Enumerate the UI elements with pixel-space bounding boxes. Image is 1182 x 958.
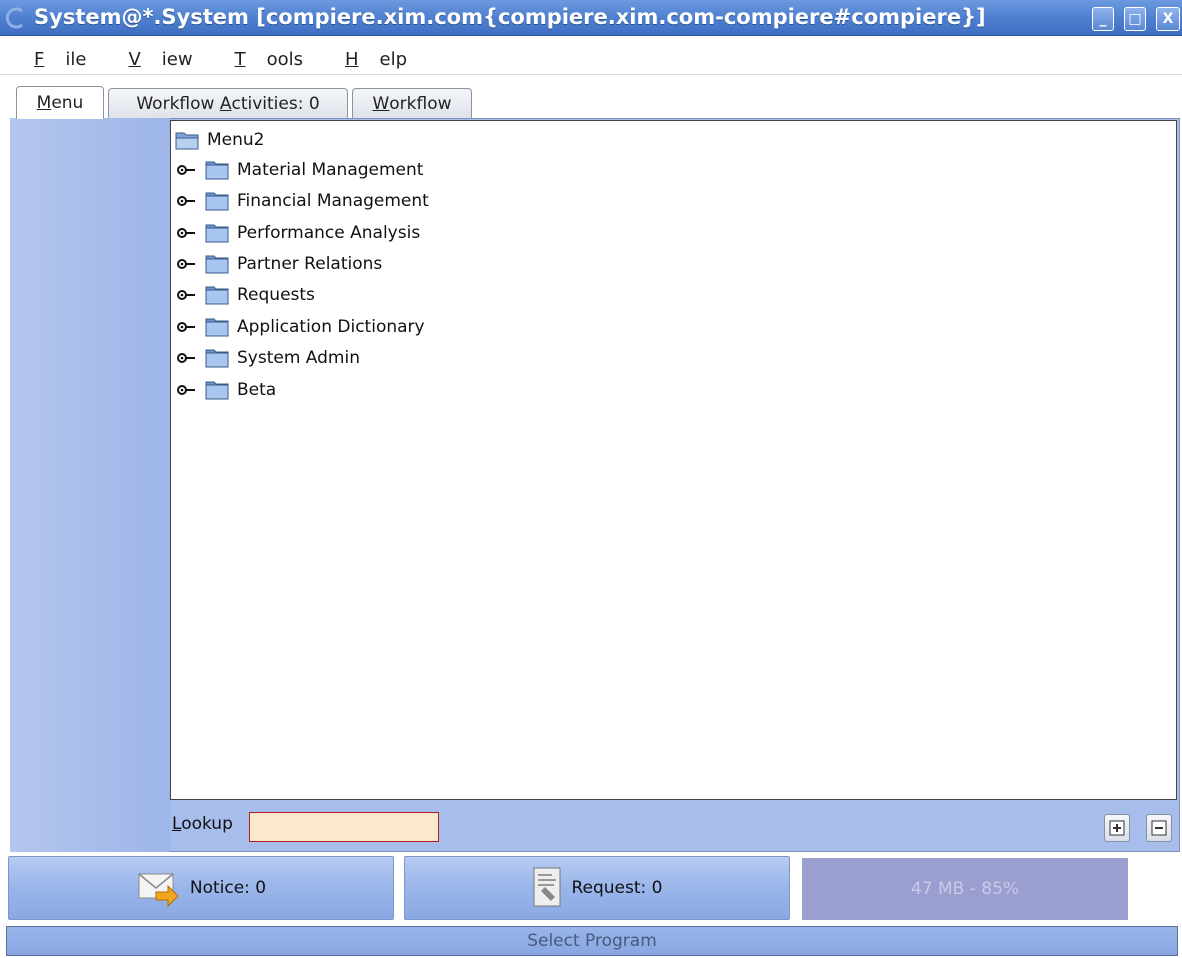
expand-all-button[interactable] <box>1104 814 1130 842</box>
tree-node-partner-relations[interactable]: Partner Relations <box>177 252 382 276</box>
maximize-icon: □ <box>1128 11 1142 27</box>
left-strip <box>10 118 170 852</box>
window-title: System@*.System [compiere.xim.com{compie… <box>34 5 986 29</box>
status-bar: Select Program <box>6 926 1178 956</box>
notice-label: Notice: 0 <box>189 878 267 898</box>
compiere-logo-icon <box>5 7 23 29</box>
tree-node-label: Requests <box>237 285 315 305</box>
tree-node-material-management[interactable]: Material Management <box>177 158 423 182</box>
menu-tree[interactable]: Menu2 Material Management Financial Mana… <box>170 120 1177 800</box>
close-icon: X <box>1162 11 1174 27</box>
maximize-button[interactable]: □ <box>1124 7 1146 31</box>
folder-icon <box>205 224 229 243</box>
tree-node-financial-management[interactable]: Financial Management <box>177 189 429 213</box>
expand-key-icon <box>177 228 195 238</box>
tree-node-label: Beta <box>237 380 277 400</box>
status-text: Select Program <box>527 931 657 951</box>
folder-icon <box>205 318 229 337</box>
tab-workflow[interactable]: Workflow <box>352 88 472 118</box>
tree-root[interactable]: Menu2 <box>175 128 265 152</box>
tree-node-beta[interactable]: Beta <box>177 378 276 402</box>
tree-node-label: Material Management <box>237 160 424 180</box>
tree-node-requests[interactable]: Requests <box>177 283 315 307</box>
lookup-label: Lookup <box>172 814 233 834</box>
menu-file[interactable]: File <box>17 49 90 70</box>
envelope-arrow-icon <box>138 873 179 908</box>
lookup-input[interactable] <box>249 812 439 842</box>
tree-root-label: Menu2 <box>207 130 265 150</box>
request-button[interactable]: Request: 0 <box>404 856 790 920</box>
folder-icon <box>205 255 229 274</box>
collapse-all-button[interactable] <box>1146 814 1172 842</box>
minimize-button[interactable]: _ <box>1092 7 1114 31</box>
menu-help[interactable]: Help <box>328 49 411 70</box>
expand-key-icon <box>177 196 195 206</box>
request-document-icon <box>533 867 561 907</box>
expand-key-icon <box>177 290 195 300</box>
folder-icon <box>205 192 229 211</box>
notice-button[interactable]: Notice: 0 <box>8 856 394 920</box>
expand-key-icon <box>177 353 195 363</box>
menu-view[interactable]: View <box>111 49 196 70</box>
tree-node-label: Partner Relations <box>237 254 383 274</box>
tab-menu[interactable]: Menu <box>16 86 104 119</box>
memory-label: 47 MB - 85% <box>910 879 1020 899</box>
tree-node-application-dictionary[interactable]: Application Dictionary <box>177 315 425 339</box>
request-label: Request: 0 <box>571 878 663 898</box>
menu-tools[interactable]: Tools <box>218 49 307 70</box>
tab-workflow-activities[interactable]: Workflow Activities: 0 <box>108 88 348 118</box>
menu-bar: File View Tools Help <box>0 45 1182 75</box>
close-button[interactable]: X <box>1156 7 1180 31</box>
tree-node-system-admin[interactable]: System Admin <box>177 346 360 370</box>
expand-key-icon <box>177 322 195 332</box>
expand-key-icon <box>177 385 195 395</box>
folder-open-icon <box>175 132 199 150</box>
collapse-all-icon <box>1151 820 1167 836</box>
tree-node-label: Application Dictionary <box>237 317 425 337</box>
expand-all-icon <box>1109 820 1125 836</box>
tree-node-label: Performance Analysis <box>237 223 421 243</box>
expand-key-icon <box>177 259 195 269</box>
folder-icon <box>205 381 229 400</box>
tree-node-label: Financial Management <box>237 191 429 211</box>
tree-node-performance-analysis[interactable]: Performance Analysis <box>177 221 420 245</box>
minimize-icon: _ <box>1099 11 1107 27</box>
tree-node-label: System Admin <box>237 348 360 368</box>
folder-icon <box>205 286 229 305</box>
folder-icon <box>205 349 229 368</box>
folder-icon <box>205 161 229 180</box>
title-bar[interactable]: System@*.System [compiere.xim.com{compie… <box>0 0 1182 36</box>
memory-indicator[interactable]: 47 MB - 85% <box>802 858 1128 920</box>
expand-key-icon <box>177 165 195 175</box>
